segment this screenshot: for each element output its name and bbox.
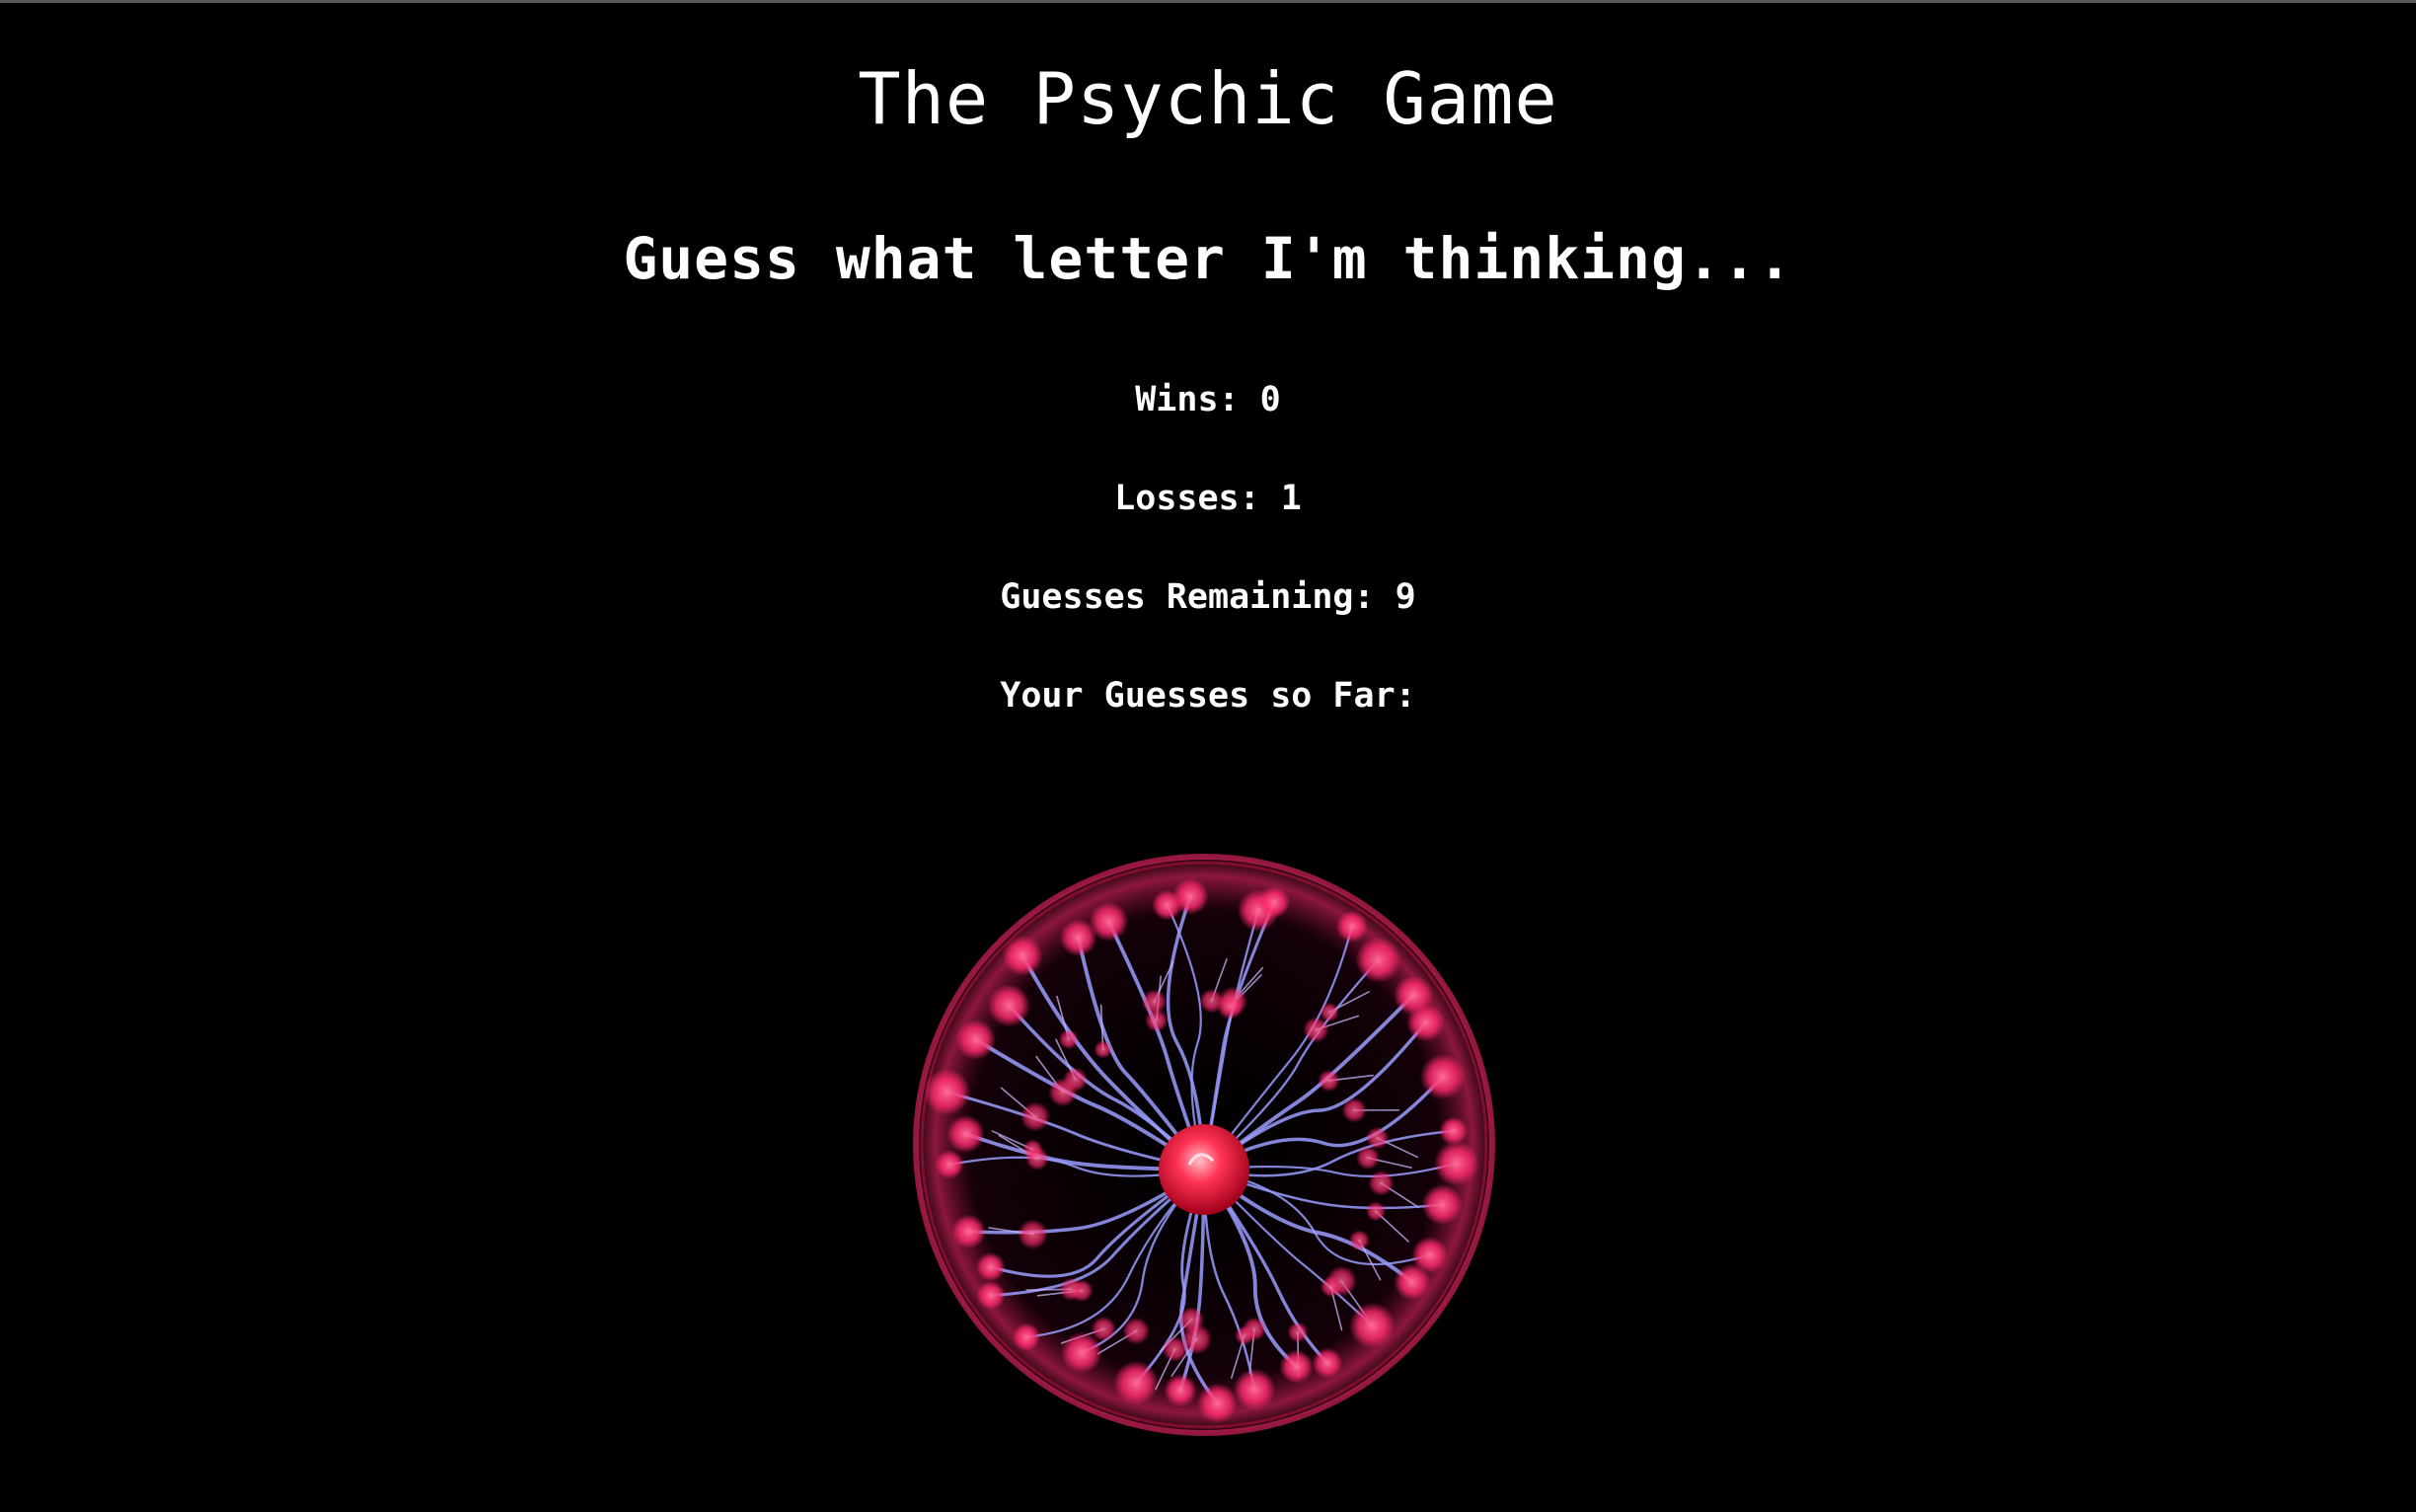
plasma-glow bbox=[1439, 1116, 1469, 1146]
plasma-glow bbox=[1094, 1040, 1112, 1059]
plasma-glow bbox=[1312, 1347, 1343, 1379]
plasma-glow bbox=[1002, 935, 1043, 977]
plasma-glow bbox=[1197, 1383, 1238, 1424]
plasma-glow bbox=[1341, 1097, 1367, 1123]
plasma-glow bbox=[1018, 1219, 1049, 1250]
plasma-glow bbox=[1349, 1302, 1396, 1349]
plasma-glow bbox=[1366, 1126, 1390, 1150]
plasma-glow bbox=[1279, 1349, 1314, 1384]
plasma-glow bbox=[1113, 1360, 1159, 1405]
plasma-glow bbox=[1368, 1170, 1395, 1196]
plasma-glow bbox=[987, 983, 1031, 1027]
plasma-glow bbox=[1122, 1317, 1151, 1345]
plasma-glow bbox=[1024, 1146, 1049, 1171]
plasma-glow bbox=[1089, 901, 1129, 942]
plasma-glow bbox=[975, 1251, 1006, 1282]
plasma-glow bbox=[1141, 989, 1168, 1016]
plasma-glow bbox=[946, 1114, 985, 1154]
plasma-glow bbox=[1233, 1368, 1276, 1411]
plasma-glow bbox=[1058, 1028, 1079, 1050]
plasma-glow bbox=[1059, 1277, 1084, 1302]
plasma-glow bbox=[923, 1068, 971, 1116]
plasma-glow bbox=[1178, 1306, 1205, 1333]
plasma-glow bbox=[1164, 1374, 1197, 1407]
plasma-glow bbox=[1303, 1017, 1329, 1043]
plasma-glow bbox=[1257, 885, 1291, 919]
plasma-glow bbox=[1355, 1146, 1381, 1171]
plasma-glow bbox=[1365, 1201, 1387, 1222]
plasma-glow bbox=[1355, 937, 1401, 983]
wins-count: Wins: 0 bbox=[1135, 380, 1281, 419]
top-border bbox=[0, 0, 2416, 3]
plasma-glow bbox=[1063, 1067, 1089, 1093]
page-title: The Psychic Game bbox=[858, 57, 1558, 140]
plasma-glow bbox=[976, 1280, 1006, 1311]
plasma-glow bbox=[1216, 993, 1244, 1021]
page-subtitle: Guess what letter I'm thinking... bbox=[623, 225, 1793, 292]
losses-count: Losses: 1 bbox=[1114, 479, 1302, 518]
plasma-glow bbox=[1171, 877, 1209, 915]
plasma-glow bbox=[1235, 1325, 1254, 1346]
plasma-glow bbox=[1287, 1322, 1309, 1343]
plasma-glow bbox=[1406, 1003, 1445, 1042]
plasma-glow bbox=[1012, 1323, 1041, 1351]
plasma-glow bbox=[1019, 1101, 1051, 1132]
guesses-remaining: Guesses Remaining: 9 bbox=[1000, 577, 1416, 617]
plasma-glow bbox=[1320, 1276, 1342, 1298]
plasma-glow bbox=[1348, 1230, 1370, 1251]
plasma-ball-image bbox=[908, 844, 1500, 1446]
plasma-glow bbox=[1091, 1316, 1117, 1342]
guesses-so-far: Your Guesses so Far: bbox=[1000, 676, 1416, 716]
plasma-glow bbox=[1335, 910, 1368, 943]
plasma-glow bbox=[1419, 1053, 1467, 1100]
plasma-ball-icon bbox=[912, 853, 1496, 1437]
plasma-glow bbox=[1421, 1183, 1463, 1226]
plasma-glow bbox=[935, 1150, 964, 1179]
plasma-glow bbox=[955, 1019, 997, 1060]
plasma-glow bbox=[1434, 1141, 1479, 1186]
plasma-glow bbox=[1394, 1263, 1431, 1301]
plasma-glow bbox=[951, 1214, 986, 1249]
plasma-glow bbox=[1318, 1069, 1340, 1093]
